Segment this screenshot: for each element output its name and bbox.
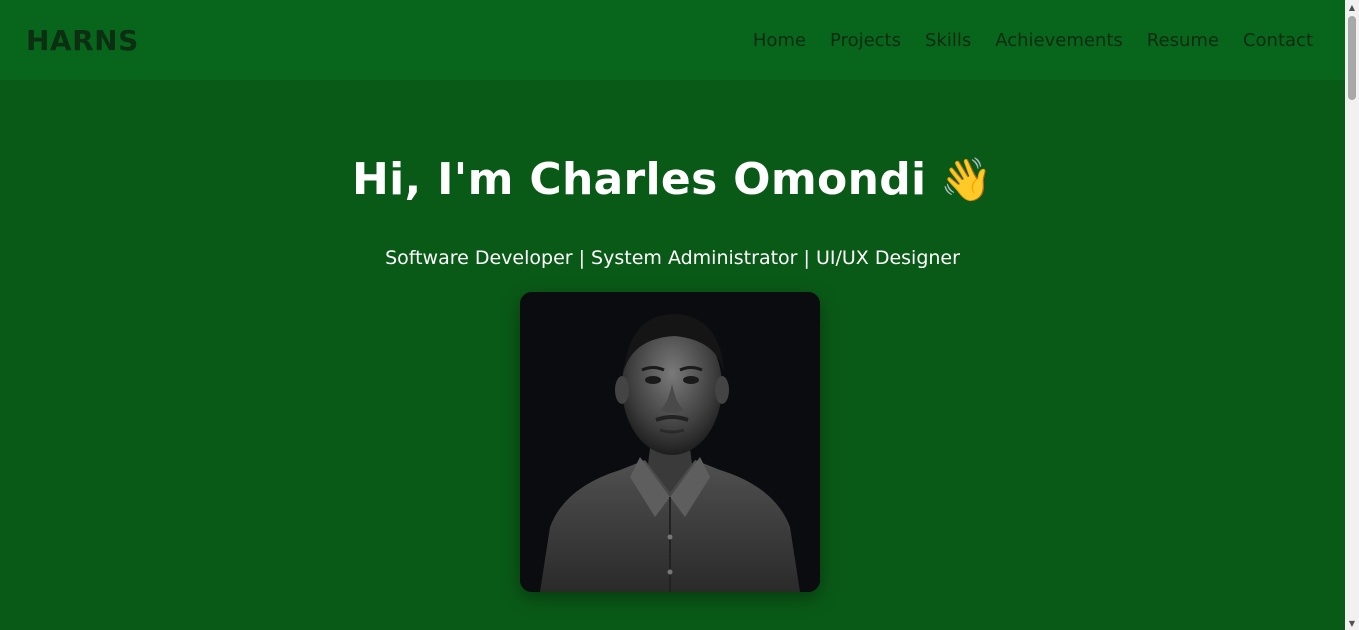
profile-photo [520, 292, 820, 592]
nav-link-skills[interactable]: Skills [925, 30, 971, 51]
waving-hand-icon: 👋 [940, 155, 993, 204]
nav-link-home[interactable]: Home [753, 30, 806, 51]
hero-title: Hi, I'm Charles Omondi 👋 [0, 154, 1345, 205]
hero-section: Hi, I'm Charles Omondi 👋 Software Develop… [0, 80, 1345, 630]
nav-link-projects[interactable]: Projects [830, 30, 901, 51]
nav-link-achievements[interactable]: Achievements [995, 30, 1123, 51]
page-scrollbar[interactable]: ▲ ▼ [1345, 0, 1359, 630]
top-navbar: HARNS Home Projects Skills Achievements … [0, 0, 1345, 80]
nav-link-contact[interactable]: Contact [1243, 30, 1313, 51]
scroll-down-arrow-icon[interactable]: ▼ [1345, 616, 1359, 630]
scroll-thumb[interactable] [1348, 16, 1356, 100]
hero-title-text: Hi, I'm Charles Omondi [352, 154, 927, 205]
nav-link-resume[interactable]: Resume [1147, 30, 1219, 51]
brand-logo[interactable]: HARNS [26, 24, 139, 57]
page: HARNS Home Projects Skills Achievements … [0, 0, 1359, 630]
nav-links: Home Projects Skills Achievements Resume… [753, 30, 1313, 51]
hero-subtitle: Software Developer | System Administrato… [385, 247, 960, 269]
scroll-up-arrow-icon[interactable]: ▲ [1345, 0, 1359, 14]
profile-photo-illustration [520, 292, 820, 592]
